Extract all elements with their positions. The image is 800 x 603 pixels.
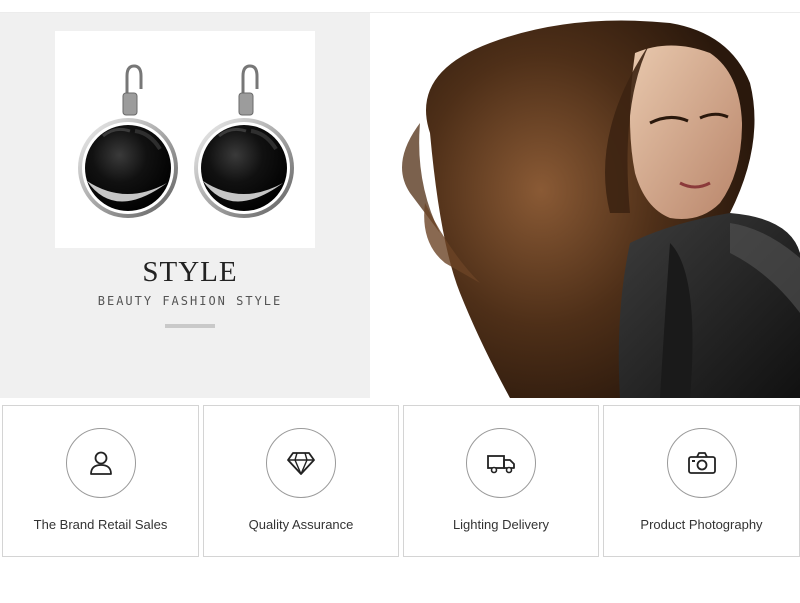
title-underline: [165, 324, 215, 328]
feature-label: The Brand Retail Sales: [33, 517, 168, 532]
feature-card-delivery: Lighting Delivery: [403, 405, 599, 557]
feature-card-quality: Quality Assurance: [203, 405, 399, 557]
feature-label: Product Photography: [640, 517, 763, 532]
earring-right: [194, 64, 294, 218]
feature-icon-circle: [266, 428, 336, 498]
diamond-icon: [287, 452, 315, 475]
hero-subtitle: BEAUTY FASHION STYLE: [97, 294, 283, 308]
model-illustration: [370, 13, 800, 398]
features-bar: The Brand Retail Sales Quality Assurance…: [0, 405, 800, 559]
truck-icon: [487, 455, 515, 474]
earring-left: [78, 64, 178, 218]
product-image: [55, 31, 315, 248]
hero-title: STYLE: [142, 256, 238, 288]
user-icon: [89, 451, 112, 475]
feature-label: Quality Assurance: [248, 517, 354, 532]
feature-icon-circle: [65, 428, 136, 498]
earrings-illustration: [78, 64, 294, 218]
camera-icon: [687, 452, 716, 474]
feature-icon-circle: [666, 428, 737, 498]
feature-label: Lighting Delivery: [452, 517, 550, 532]
feature-icon-circle: [466, 428, 536, 498]
hero-left-panel: STYLE BEAUTY FASHION STYLE: [0, 13, 370, 398]
feature-card-photography: Product Photography: [603, 405, 800, 557]
feature-card-retail: The Brand Retail Sales: [2, 405, 199, 557]
model-photo: [370, 13, 800, 398]
